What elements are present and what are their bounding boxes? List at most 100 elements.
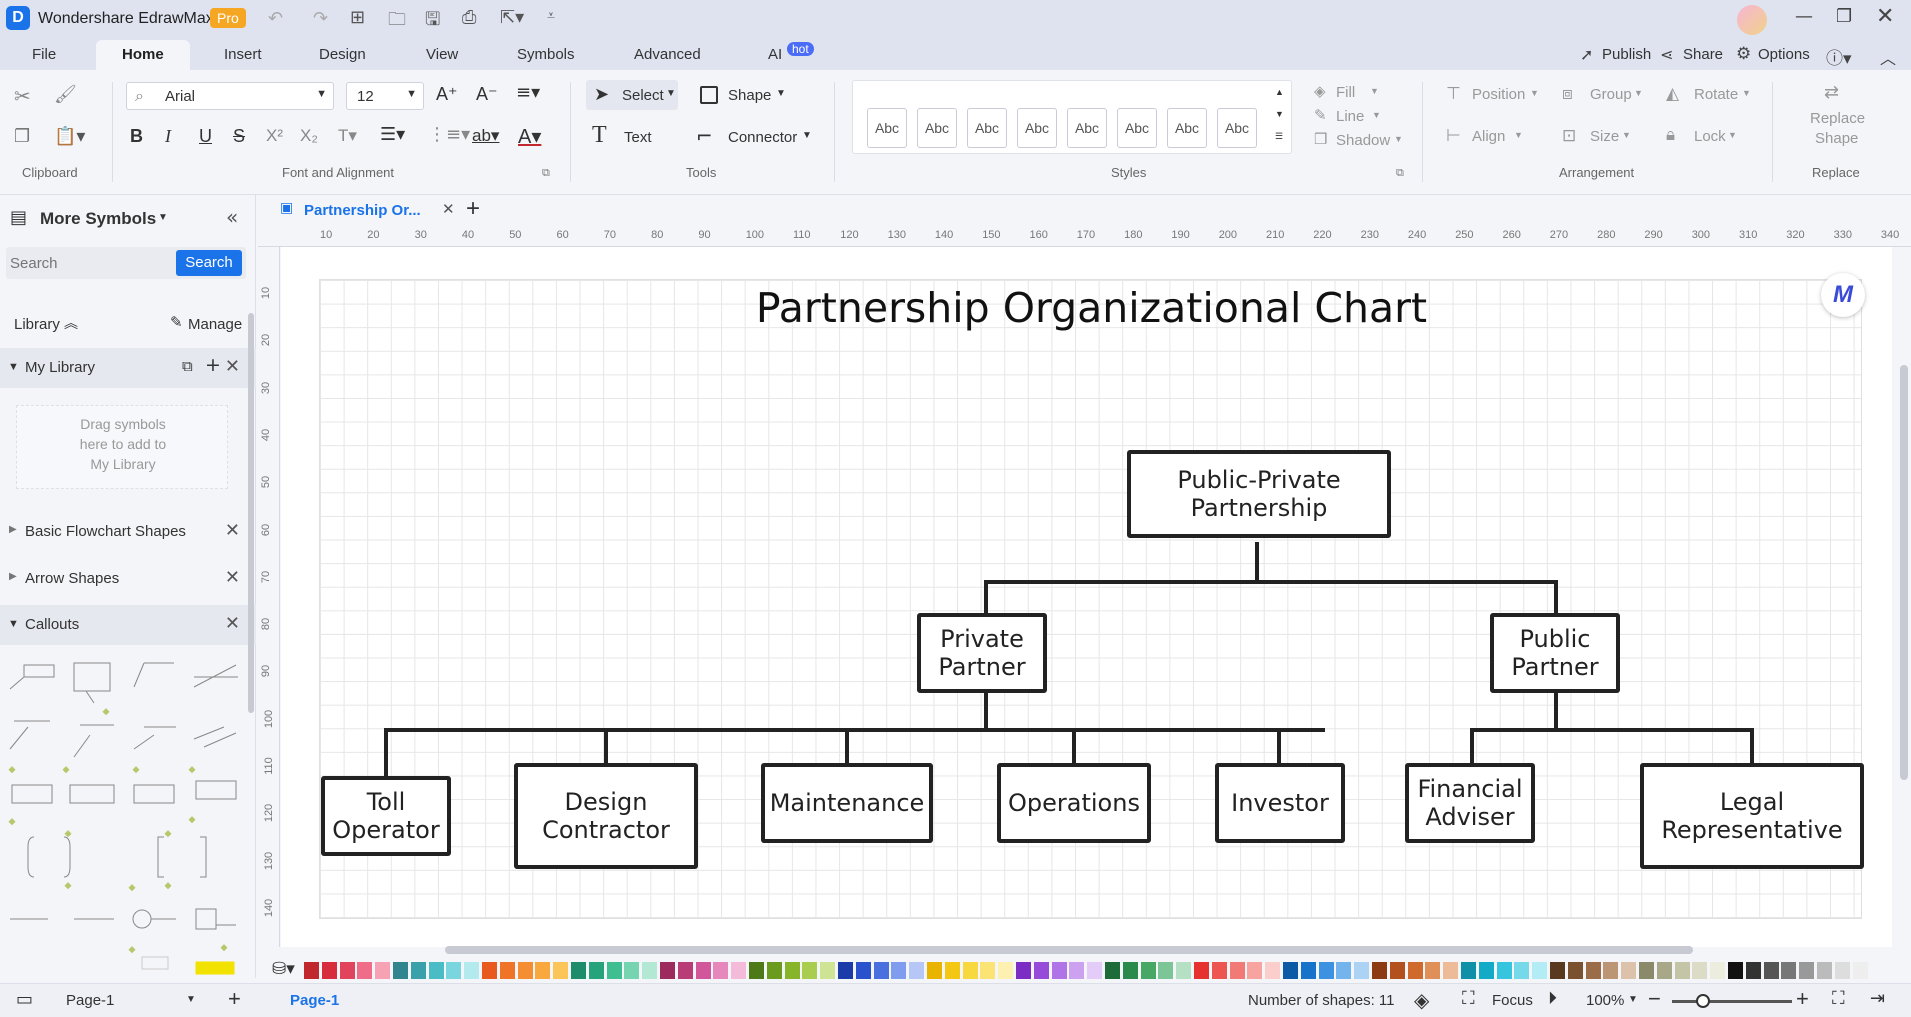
fill-bucket-icon[interactable]: ⛁▾ bbox=[272, 959, 295, 979]
node-operations[interactable]: Operations bbox=[997, 763, 1151, 843]
color-swatch[interactable] bbox=[1763, 962, 1779, 979]
gallery-scroll-up-icon[interactable]: ▲ bbox=[1275, 87, 1284, 97]
add-page-icon[interactable]: + bbox=[228, 986, 241, 1012]
node-public-partner[interactable]: Public Partner bbox=[1490, 613, 1620, 693]
horizontal-scrollbar[interactable] bbox=[445, 946, 1693, 954]
color-swatch[interactable] bbox=[1069, 962, 1085, 979]
user-avatar[interactable] bbox=[1737, 5, 1767, 35]
color-swatch[interactable] bbox=[1425, 962, 1441, 979]
close-icon[interactable]: ✕ bbox=[225, 520, 240, 541]
color-swatch[interactable] bbox=[909, 962, 925, 979]
zoom-slider[interactable] bbox=[1672, 994, 1792, 1008]
color-swatch[interactable] bbox=[1372, 962, 1387, 979]
page-tab-active[interactable]: Page-1 bbox=[290, 992, 339, 1009]
menu-symbols[interactable]: Symbols bbox=[517, 46, 575, 63]
close-icon[interactable]: ✕ bbox=[225, 613, 240, 634]
font-family-select[interactable]: ⌕ Arial ▼ bbox=[126, 82, 334, 110]
style-sample[interactable]: Abc bbox=[867, 108, 907, 148]
page-layout-icon[interactable]: ▭ bbox=[16, 989, 33, 1010]
color-swatch[interactable] bbox=[1105, 962, 1120, 979]
position-label[interactable]: Position bbox=[1472, 86, 1525, 103]
styles-dialog-launcher-icon[interactable]: ⧉ bbox=[1396, 166, 1404, 180]
color-swatch[interactable] bbox=[731, 962, 747, 979]
color-swatch[interactable] bbox=[1692, 962, 1708, 979]
font-dialog-launcher-icon[interactable]: ⧉ bbox=[542, 166, 550, 180]
color-swatch[interactable] bbox=[1461, 962, 1476, 979]
color-swatch[interactable] bbox=[944, 962, 960, 979]
lock-icon[interactable]: 🔒︎ bbox=[1666, 125, 1675, 145]
style-sample[interactable]: Abc bbox=[1067, 108, 1107, 148]
focus-button[interactable]: Focus bbox=[1492, 992, 1533, 1009]
increase-font-icon[interactable]: A⁺ bbox=[436, 84, 458, 105]
color-swatch[interactable] bbox=[873, 962, 889, 979]
collapse-panel-icon[interactable]: « bbox=[226, 205, 238, 229]
color-swatch[interactable] bbox=[482, 962, 497, 979]
color-swatch[interactable] bbox=[304, 962, 319, 979]
ai-assistant-icon[interactable]: M bbox=[1821, 273, 1865, 317]
format-painter-icon[interactable]: 🖌 bbox=[54, 84, 77, 105]
zoom-in-icon[interactable]: + bbox=[1796, 986, 1809, 1012]
library-label[interactable]: Library bbox=[14, 316, 60, 333]
align-objects-icon[interactable]: ⊢ bbox=[1446, 126, 1461, 146]
color-swatch[interactable] bbox=[1745, 962, 1761, 979]
color-swatch[interactable] bbox=[1265, 962, 1281, 979]
font-color-icon[interactable]: A▾ bbox=[518, 124, 541, 149]
panel-scrollbar[interactable] bbox=[248, 313, 254, 713]
drawing-canvas[interactable]: Partnership Organizational Chart Public-… bbox=[281, 247, 1892, 947]
color-swatch[interactable] bbox=[1336, 962, 1352, 979]
close-window-icon[interactable]: ✕ bbox=[1876, 4, 1894, 29]
color-swatch[interactable] bbox=[802, 962, 818, 979]
color-swatch[interactable] bbox=[1834, 962, 1850, 979]
color-swatch[interactable] bbox=[1478, 962, 1494, 979]
color-swatch[interactable] bbox=[1728, 962, 1743, 979]
cut-icon[interactable]: ✂ bbox=[14, 84, 31, 108]
paste-icon[interactable]: 📋▾ bbox=[54, 126, 85, 147]
style-sample[interactable]: Abc bbox=[1217, 108, 1257, 148]
select-tool-button[interactable]: ➤ Select ▼ bbox=[586, 80, 678, 110]
italic-icon[interactable]: I bbox=[165, 126, 171, 147]
decrease-font-icon[interactable]: A⁻ bbox=[476, 84, 498, 105]
shadow-icon[interactable]: ❒ bbox=[1314, 130, 1327, 148]
color-swatch[interactable] bbox=[1051, 962, 1067, 979]
color-swatch[interactable] bbox=[1389, 962, 1405, 979]
help-icon[interactable]: ⓘ▾ bbox=[1826, 44, 1852, 69]
fill-label[interactable]: Fill bbox=[1336, 84, 1355, 101]
color-swatch[interactable] bbox=[1514, 962, 1530, 979]
color-swatch[interactable] bbox=[766, 962, 782, 979]
zoom-level[interactable]: 100% bbox=[1586, 992, 1624, 1009]
customize-toolbar-icon[interactable]: ⩡ bbox=[547, 8, 555, 24]
fullscreen-icon[interactable]: ⇥ bbox=[1870, 988, 1885, 1009]
color-swatch[interactable] bbox=[1176, 962, 1192, 979]
color-swatch[interactable] bbox=[1033, 962, 1049, 979]
color-swatch[interactable] bbox=[1158, 962, 1174, 979]
node-toll-operator[interactable]: Toll Operator bbox=[321, 776, 451, 856]
color-swatch[interactable] bbox=[606, 962, 622, 979]
group-label[interactable]: Group bbox=[1590, 86, 1632, 103]
color-swatch[interactable] bbox=[428, 962, 444, 979]
menu-ai[interactable]: AI bbox=[768, 46, 782, 63]
align-icon[interactable]: ≡▾ bbox=[516, 82, 540, 103]
color-swatch[interactable] bbox=[677, 962, 693, 979]
node-financial-adviser[interactable]: Financial Adviser bbox=[1405, 763, 1535, 843]
text-highlight-icon[interactable]: ab▾ bbox=[472, 126, 499, 146]
fit-page-icon[interactable]: ⛶ bbox=[1832, 988, 1845, 1009]
color-swatch[interactable] bbox=[446, 962, 462, 979]
color-swatch[interactable] bbox=[499, 962, 515, 979]
export-icon[interactable]: ⇱▾ bbox=[500, 7, 524, 28]
bullets-icon[interactable]: ⋮≡▾ bbox=[428, 124, 470, 145]
color-swatch[interactable] bbox=[962, 962, 978, 979]
color-swatch[interactable] bbox=[998, 962, 1014, 979]
color-swatch[interactable] bbox=[357, 962, 373, 979]
zoom-slider-handle[interactable] bbox=[1696, 994, 1710, 1008]
style-sample[interactable]: Abc bbox=[1017, 108, 1057, 148]
style-sample[interactable]: Abc bbox=[967, 108, 1007, 148]
color-swatch[interactable] bbox=[713, 962, 729, 979]
menu-insert[interactable]: Insert bbox=[224, 46, 262, 63]
minimize-icon[interactable]: — bbox=[1795, 6, 1813, 27]
color-swatch[interactable] bbox=[695, 962, 711, 979]
color-swatch[interactable] bbox=[1817, 962, 1832, 979]
style-sample[interactable]: Abc bbox=[917, 108, 957, 148]
menu-view[interactable]: View bbox=[426, 46, 458, 63]
color-swatch[interactable] bbox=[535, 962, 551, 979]
lock-label[interactable]: Lock bbox=[1694, 128, 1726, 145]
